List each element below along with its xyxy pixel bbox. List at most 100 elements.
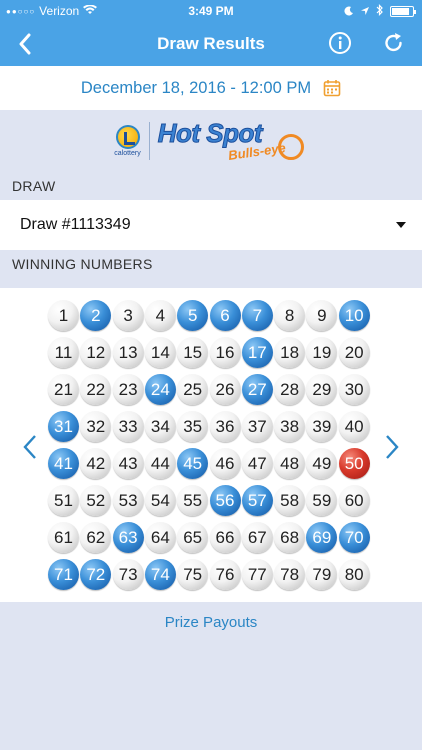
- number-ball-45: 45: [177, 448, 209, 479]
- number-ball-31: 31: [48, 411, 79, 442]
- number-ball-13: 13: [112, 337, 144, 368]
- calendar-icon[interactable]: [323, 79, 341, 97]
- number-ball-46: 46: [209, 448, 241, 479]
- info-icon: [329, 32, 351, 54]
- number-ball-66: 66: [209, 522, 241, 553]
- calottery-logo: calottery: [114, 125, 141, 157]
- number-ball-6: 6: [209, 300, 241, 331]
- number-ball-74: 74: [144, 559, 176, 590]
- logo-divider: [148, 122, 150, 160]
- number-ball-28: 28: [274, 374, 306, 405]
- number-ball-11: 11: [48, 337, 79, 368]
- number-ball-39: 39: [306, 411, 338, 442]
- number-ball-14: 14: [144, 337, 176, 368]
- number-ball-41: 41: [48, 448, 79, 479]
- number-ball-64: 64: [144, 522, 176, 553]
- number-ball-70: 70: [338, 522, 370, 553]
- number-ball-29: 29: [306, 374, 338, 405]
- number-ball-9: 9: [306, 300, 338, 331]
- draw-date: December 18, 2016 - 12:00 PM: [80, 78, 312, 97]
- number-ball-62: 62: [80, 522, 112, 553]
- number-ball-79: 79: [306, 559, 338, 590]
- previous-draw-button[interactable]: [18, 432, 42, 462]
- number-ball-53: 53: [112, 485, 144, 516]
- number-ball-8: 8: [274, 300, 306, 331]
- number-ball-19: 19: [306, 337, 338, 368]
- info-button[interactable]: [328, 31, 352, 55]
- winning-numbers-label: WINNING NUMBERS: [0, 250, 422, 278]
- number-ball-50: 50: [338, 448, 370, 479]
- number-ball-63: 63: [112, 522, 144, 553]
- number-ball-43: 43: [112, 448, 144, 479]
- number-ball-42: 42: [80, 448, 112, 479]
- number-ball-37: 37: [241, 411, 273, 442]
- number-ball-23: 23: [112, 374, 144, 405]
- number-ball-71: 71: [48, 559, 79, 590]
- number-ball-80: 80: [338, 559, 370, 590]
- number-ball-16: 16: [209, 337, 241, 368]
- number-ball-32: 32: [80, 411, 112, 442]
- battery-icon: [390, 6, 416, 17]
- next-draw-button[interactable]: [380, 432, 404, 462]
- number-ball-1: 1: [48, 300, 79, 331]
- number-ball-40: 40: [338, 411, 370, 442]
- number-ball-7: 7: [241, 300, 273, 331]
- winning-numbers-grid: 1 2 3 4 5 6 7 8 9 10 11 12 13 14 15 16 17 18 19 20 21 22 23 24 2…: [0, 288, 422, 602]
- calottery-text: calottery: [114, 150, 141, 157]
- number-ball-27: 27: [241, 374, 273, 405]
- hot-spot-logo: calottery Hot Spot Bulls-eye: [114, 118, 307, 164]
- bluetooth-icon: [376, 4, 384, 19]
- number-ball-12: 12: [80, 337, 112, 368]
- number-ball-38: 38: [274, 411, 306, 442]
- hot-spot-wordmark: Hot Spot Bulls-eye: [157, 118, 308, 164]
- number-ball-56: 56: [209, 485, 241, 516]
- number-ball-20: 20: [338, 337, 370, 368]
- number-ball-24: 24: [144, 374, 176, 405]
- number-ball-22: 22: [80, 374, 112, 405]
- number-ball-60: 60: [338, 485, 370, 516]
- number-ball-47: 47: [241, 448, 273, 479]
- number-ball-77: 77: [241, 559, 273, 590]
- number-ball-33: 33: [112, 411, 144, 442]
- number-ball-69: 69: [306, 522, 338, 553]
- status-icons: [344, 4, 416, 19]
- refresh-button[interactable]: [382, 31, 406, 55]
- draw-date-selector[interactable]: December 18, 2016 - 12:00 PM: [0, 66, 422, 110]
- number-ball-36: 36: [209, 411, 241, 442]
- number-ball-68: 68: [274, 522, 306, 553]
- number-ball-54: 54: [144, 485, 176, 516]
- prize-payouts-link[interactable]: Prize Payouts: [0, 614, 422, 631]
- calottery-ball-icon: [115, 125, 140, 149]
- logo-band: calottery Hot Spot Bulls-eye: [0, 110, 422, 172]
- number-ball-10: 10: [338, 300, 370, 331]
- number-ball-44: 44: [144, 448, 176, 479]
- draw-select[interactable]: Draw #1113349: [0, 200, 422, 250]
- number-ball-4: 4: [144, 300, 176, 331]
- number-ball-49: 49: [306, 448, 338, 479]
- number-ball-3: 3: [112, 300, 144, 331]
- number-ball-5: 5: [177, 300, 209, 331]
- caret-down-icon: [396, 222, 406, 228]
- number-ball-73: 73: [112, 559, 144, 590]
- number-ball-72: 72: [80, 559, 112, 590]
- number-ball-65: 65: [177, 522, 209, 553]
- refresh-icon: [385, 33, 402, 52]
- draw-section-label: DRAW: [0, 172, 422, 200]
- number-ball-76: 76: [209, 559, 241, 590]
- status-bar: ●●○○○ Verizon 3:49 PM: [0, 0, 422, 22]
- number-ball-67: 67: [241, 522, 273, 553]
- number-ball-58: 58: [274, 485, 306, 516]
- page-title: Draw Results: [157, 34, 265, 53]
- number-ball-78: 78: [274, 559, 306, 590]
- number-ball-55: 55: [177, 485, 209, 516]
- number-ball-52: 52: [80, 485, 112, 516]
- number-ball-15: 15: [177, 337, 209, 368]
- draw-select-value: Draw #1113349: [20, 216, 131, 233]
- number-ball-59: 59: [306, 485, 338, 516]
- nav-bar: Draw Results: [0, 22, 422, 66]
- number-ball-21: 21: [48, 374, 79, 405]
- number-ball-75: 75: [177, 559, 209, 590]
- number-ball-25: 25: [177, 374, 209, 405]
- number-ball-35: 35: [177, 411, 209, 442]
- chevron-left-icon: [23, 435, 36, 459]
